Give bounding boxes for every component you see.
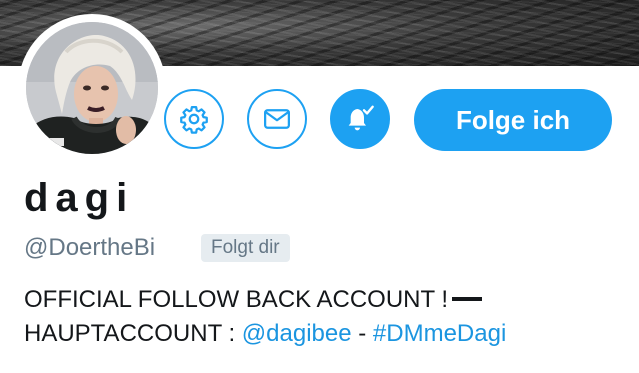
bio-line-2: HAUPTACCOUNT : @dagibee - #DMmeDagi (24, 317, 624, 351)
profile-handle[interactable]: @DoertheBi (24, 234, 155, 262)
envelope-icon (264, 109, 290, 129)
bio-line-1: OFFICIAL FOLLOW BACK ACCOUNT ! (24, 283, 624, 317)
gear-icon (180, 106, 208, 134)
follow-button[interactable]: Folge ich (414, 89, 612, 151)
profile-bio: OFFICIAL FOLLOW BACK ACCOUNT ! HAUPTACCO… (24, 283, 624, 351)
notifications-button[interactable] (330, 89, 390, 149)
profile-name: dagi (24, 176, 135, 220)
bio-separator: - (351, 320, 373, 347)
follows-you-badge: Folgt dir (201, 234, 290, 262)
avatar[interactable] (26, 22, 158, 154)
dash-glyph (452, 296, 483, 301)
bio-line-1-text: OFFICIAL FOLLOW BACK ACCOUNT ! (24, 286, 449, 313)
bio-mention-link[interactable]: @dagibee (242, 320, 352, 347)
message-button[interactable] (247, 89, 307, 149)
bio-line-2-prefix: HAUPTACCOUNT : (24, 320, 242, 347)
settings-button[interactable] (164, 89, 224, 149)
bio-hashtag-link[interactable]: #DMmeDagi (373, 320, 506, 347)
avatar-photo (26, 22, 158, 154)
bell-check-icon (348, 105, 374, 131)
